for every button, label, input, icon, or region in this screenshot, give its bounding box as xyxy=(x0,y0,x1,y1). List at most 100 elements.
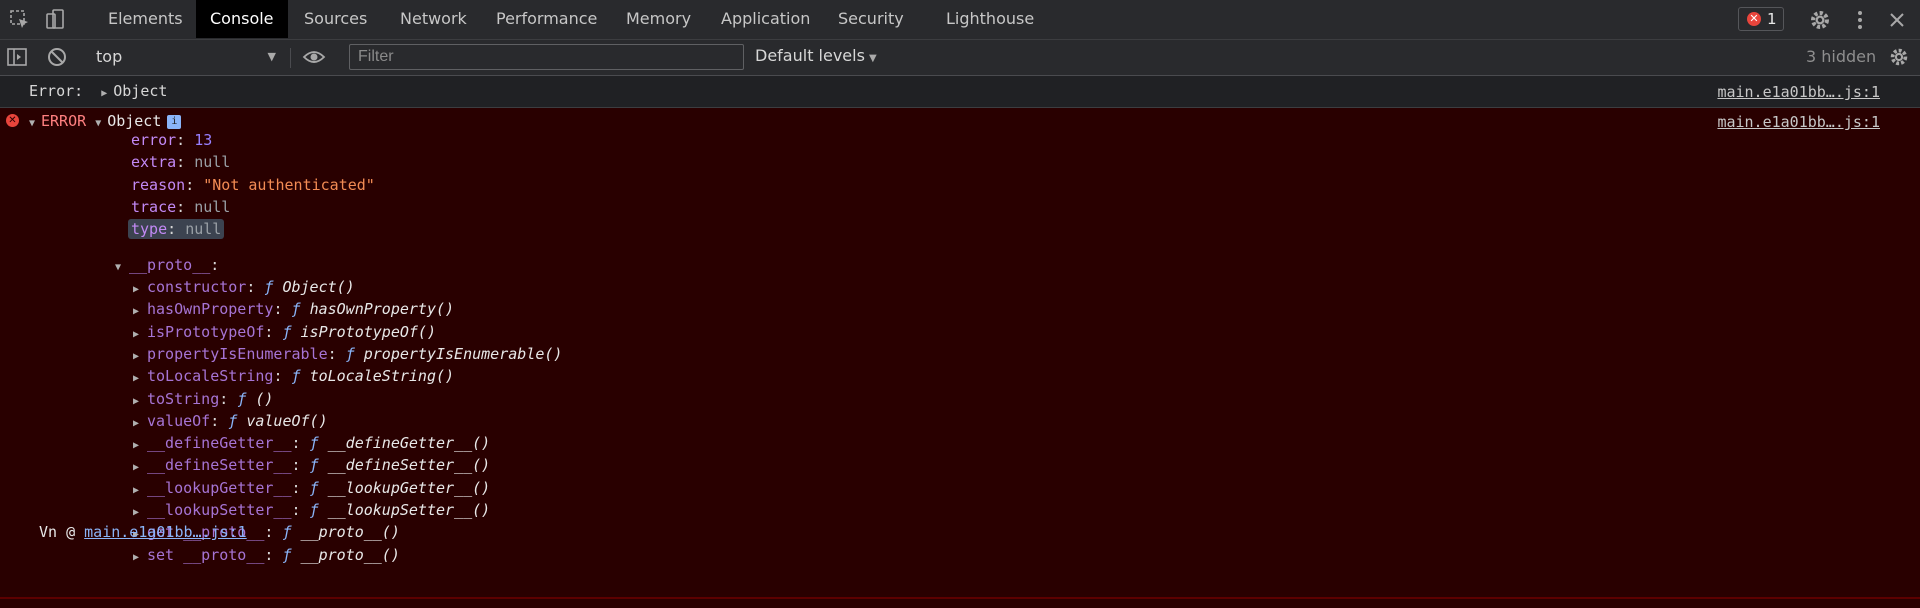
clear-console-icon[interactable] xyxy=(46,46,70,70)
expand-arrow-icon[interactable]: ▶ xyxy=(133,503,147,523)
colon: : xyxy=(273,300,292,319)
tab-memory[interactable]: Memory xyxy=(612,0,705,38)
expand-arrow-icon[interactable]: ▶ xyxy=(133,347,147,367)
proto-property-row[interactable]: ▶ __lookupSetter__: ƒ __lookupSetter__() xyxy=(133,500,490,520)
tab-elements[interactable]: Elements xyxy=(94,0,197,38)
function-keyword: ƒ xyxy=(291,367,301,386)
context-selector[interactable]: top ▼ xyxy=(96,45,276,69)
expand-arrow-icon[interactable]: ▶ xyxy=(133,436,147,456)
sidebar-toggle-icon[interactable] xyxy=(6,46,30,70)
property-pair: error: 13 xyxy=(131,131,212,149)
colon: : xyxy=(273,367,292,386)
stack-trace: Vn @ main.e1a01bb….js:1 xyxy=(39,522,247,542)
error-count-badge[interactable]: ✕ 1 xyxy=(1738,7,1784,31)
tab-application[interactable]: Application xyxy=(707,0,824,38)
colon: : xyxy=(246,278,265,296)
function-name: toLocaleString() xyxy=(309,367,455,386)
filter-input[interactable] xyxy=(349,44,744,70)
proto-property-row[interactable]: ▶ propertyIsEnumerable: ƒ propertyIsEnume… xyxy=(133,344,562,364)
property-row[interactable]: error: 13 xyxy=(131,130,212,150)
eye-icon[interactable] xyxy=(302,46,326,70)
colon: : xyxy=(264,545,283,564)
inspect-element-icon[interactable] xyxy=(8,8,32,32)
expand-arrow-icon[interactable]: ▶ xyxy=(133,481,147,501)
colon: : xyxy=(291,456,310,475)
proto-property-row[interactable]: ▶ set __proto__: ƒ __proto__() xyxy=(133,545,400,565)
tab-sources[interactable]: Sources xyxy=(290,0,381,38)
proto-key: hasOwnProperty xyxy=(147,300,274,319)
colon: : xyxy=(176,153,195,172)
tab-security[interactable]: Security xyxy=(824,0,918,38)
log-levels-label: Default levels xyxy=(755,46,865,65)
object-label[interactable]: Object xyxy=(107,112,161,130)
expand-arrow-icon[interactable]: ▶ xyxy=(133,369,147,389)
function-name: __defineGetter__() xyxy=(327,434,491,453)
collapse-arrow-icon[interactable]: ▼ xyxy=(95,114,107,134)
log-levels-dropdown[interactable]: Default levels ▼ xyxy=(755,46,877,65)
proto-property-row[interactable]: ▶ __lookupGetter__: ƒ __lookupGetter__() xyxy=(133,478,490,498)
function-name: __lookupSetter__() xyxy=(327,501,491,519)
function-name: __lookupGetter__() xyxy=(327,478,491,497)
expand-arrow-icon[interactable]: ▶ xyxy=(133,414,147,434)
collapse-arrow-icon[interactable]: ▼ xyxy=(115,258,129,278)
tab-lighthouse[interactable]: Lighthouse xyxy=(932,0,1048,38)
tab-console[interactable]: Console xyxy=(196,0,288,38)
function-keyword: ƒ xyxy=(282,523,292,542)
error-header: ▼ ERROR ▼ Object i xyxy=(29,111,182,134)
property-value: null xyxy=(194,197,231,216)
function-name: Object() xyxy=(282,278,355,296)
expand-arrow-icon[interactable]: ▶ xyxy=(133,458,147,478)
property-value: null xyxy=(185,220,222,239)
gear-icon[interactable] xyxy=(1808,8,1832,32)
tab-network[interactable]: Network xyxy=(386,0,481,38)
gear-icon[interactable] xyxy=(1888,46,1912,70)
property-row[interactable]: trace: null xyxy=(131,197,230,217)
chevron-down-icon: ▼ xyxy=(868,53,877,64)
function-keyword: ƒ xyxy=(309,456,319,475)
property-row[interactable]: extra: null xyxy=(131,152,230,172)
device-toggle-icon[interactable] xyxy=(43,8,67,32)
expand-arrow-icon[interactable]: ▶ xyxy=(133,302,147,322)
colon: : xyxy=(291,478,310,497)
proto-property-row[interactable]: ▶ valueOf: ƒ valueOf() xyxy=(133,411,328,431)
colon: : xyxy=(185,175,204,194)
console-error-message: ✕ main.e1a01bb….js:1 ▼ ERROR ▼ Object i err… xyxy=(0,108,1920,598)
function-keyword: ƒ xyxy=(282,545,292,564)
property-key: error xyxy=(131,131,177,149)
tab-performance[interactable]: Performance xyxy=(482,0,611,38)
expand-arrow-icon[interactable]: ▶ xyxy=(133,325,147,345)
proto-property-row[interactable]: ▶ constructor: ƒ Object() xyxy=(133,277,355,297)
colon: : xyxy=(176,197,195,216)
property-value: "Not authenticated" xyxy=(203,175,375,194)
more-vert-icon[interactable] xyxy=(1848,8,1872,32)
chevron-down-icon: ▼ xyxy=(267,50,276,63)
proto-property-row[interactable]: ▶ isPrototypeOf: ƒ isPrototypeOf() xyxy=(133,322,436,342)
expand-arrow-icon[interactable]: ▶ xyxy=(133,392,147,412)
expand-arrow-icon[interactable]: ▶ xyxy=(133,548,147,568)
proto-property-row[interactable]: ▶ __defineSetter__: ƒ __defineSetter__() xyxy=(133,455,490,475)
close-icon[interactable] xyxy=(1885,8,1909,32)
proto-property-row[interactable]: ▶ toLocaleString: ƒ toLocaleString() xyxy=(133,366,454,386)
expand-arrow-icon[interactable]: ▶ xyxy=(101,84,113,104)
function-keyword: ƒ xyxy=(309,434,319,453)
proto-property-row[interactable]: ▶ __defineGetter__: ƒ __defineGetter__() xyxy=(133,433,490,453)
property-row[interactable]: type: null xyxy=(128,219,225,240)
collapse-arrow-icon[interactable]: ▼ xyxy=(29,114,41,134)
source-link[interactable]: main.e1a01bb….js:1 xyxy=(1717,113,1880,131)
info-icon[interactable]: i xyxy=(167,114,182,129)
stack-source-link[interactable]: main.e1a01bb….js:1 xyxy=(84,523,247,541)
proto-key: toLocaleString xyxy=(147,367,274,386)
expand-arrow-icon[interactable]: ▶ xyxy=(133,280,147,300)
object-label[interactable]: Object xyxy=(113,82,167,100)
function-name: __defineSetter__() xyxy=(327,456,491,475)
source-link[interactable]: main.e1a01bb….js:1 xyxy=(1717,83,1880,101)
property-pair: type: null xyxy=(128,219,225,240)
function-name: propertyIsEnumerable() xyxy=(363,344,563,363)
proto-property-row[interactable]: ▶ hasOwnProperty: ƒ hasOwnProperty() xyxy=(133,299,454,319)
property-row[interactable]: reason: "Not authenticated" xyxy=(131,175,375,195)
proto-property-row[interactable]: ▶ toString: ƒ () xyxy=(133,389,273,409)
proto-header[interactable]: ▼ __proto__: xyxy=(115,255,219,275)
